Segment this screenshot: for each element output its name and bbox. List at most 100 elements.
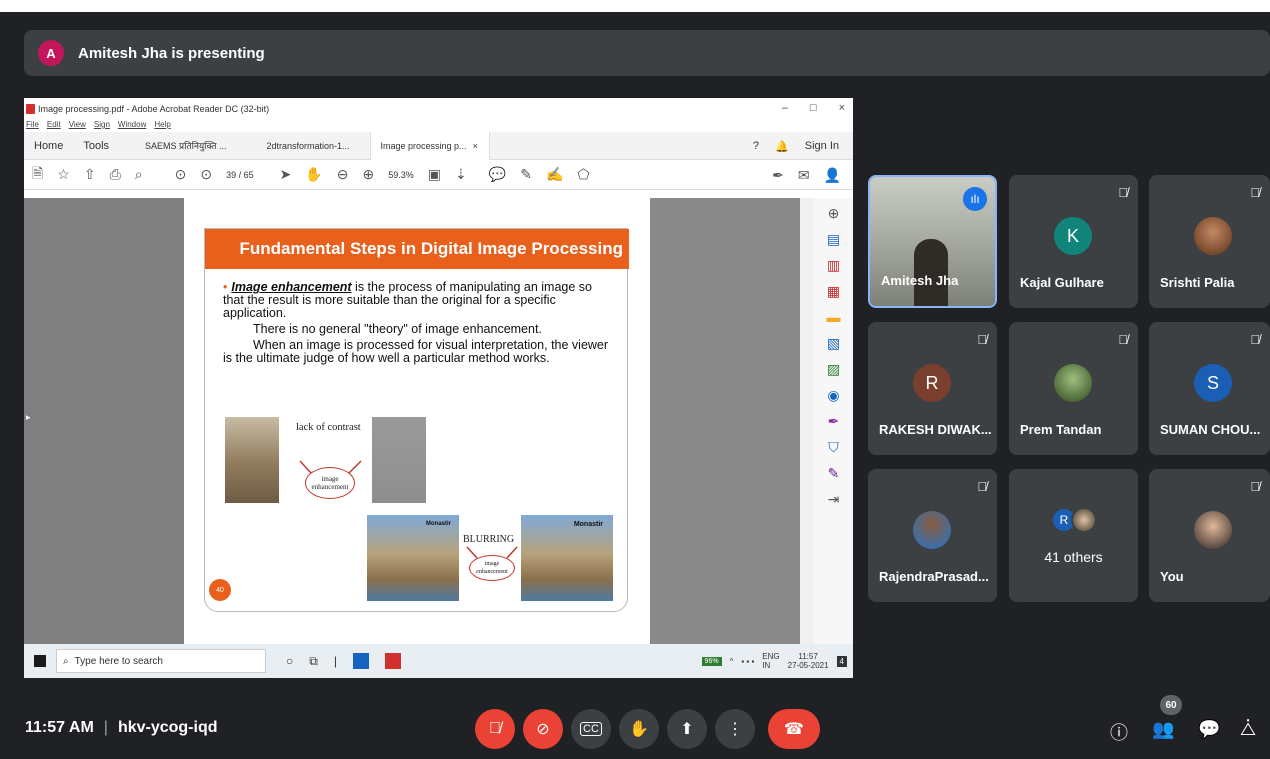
fill-sign-tool-icon[interactable]: ✒ (825, 412, 843, 430)
bell-icon[interactable]: 🔔 (775, 140, 789, 153)
print-icon[interactable]: ⎙ (110, 166, 121, 183)
menu-file[interactable]: File (26, 120, 39, 132)
camera-toggle-button[interactable]: ⊘ (523, 709, 563, 749)
scroll-mode-icon[interactable]: ⇣ (455, 166, 467, 183)
email-icon[interactable]: ✉ (798, 167, 810, 184)
participant-tile-prem[interactable]: 🎙̸ Prem Tandan (1009, 322, 1138, 455)
tab-close-icon[interactable]: × (473, 141, 478, 151)
present-button[interactable]: ⬆ (667, 709, 707, 749)
protect-icon[interactable]: ⛉ (825, 438, 843, 456)
participant-name: Kajal Gulhare (1020, 275, 1104, 290)
captions-button[interactable]: CC (571, 709, 611, 749)
tray-icons[interactable]: ▪ ▪ ▪ (741, 657, 754, 666)
zoom-out-icon[interactable]: ⊖ (337, 166, 349, 183)
participant-tile-others[interactable]: R 41 others (1009, 469, 1138, 602)
participant-tile-kajal[interactable]: 🎙̸ K Kajal Gulhare (1009, 175, 1138, 308)
menu-sign[interactable]: Sign (94, 120, 110, 132)
tab-home[interactable]: Home (24, 132, 73, 160)
stamp-icon[interactable]: ⬠ (577, 166, 589, 183)
zoom-search-icon[interactable]: ⊕ (825, 204, 843, 222)
fit-page-icon[interactable]: ▣ (428, 166, 441, 183)
participant-tile-srishti[interactable]: 🎙̸ Srishti Palia (1149, 175, 1270, 308)
tab-2dtransformation[interactable]: 2dtransformation-1... (256, 132, 359, 160)
save-icon[interactable]: 🗎 (32, 163, 43, 187)
search-glass-icon: ⌕ (63, 655, 69, 667)
sign-icon[interactable]: ✍ (546, 166, 563, 183)
tray-chevron-icon[interactable]: ^ (730, 657, 734, 666)
help-icon[interactable]: ? (753, 140, 759, 152)
share-user-icon[interactable]: 👤 (824, 167, 841, 184)
participant-tile-amitesh[interactable]: ılı Amitesh Jha (868, 175, 997, 308)
photos-app-icon[interactable] (352, 653, 369, 669)
taskbar-search[interactable]: ⌕ Type here to search (56, 649, 266, 673)
menu-edit[interactable]: Edit (47, 120, 61, 132)
present-icon: ⬆ (680, 721, 694, 738)
comment-icon[interactable]: 💬 (489, 166, 506, 183)
acrobat-app-icon[interactable] (384, 653, 401, 669)
minimize-button[interactable]: – (782, 102, 788, 114)
mic-toggle-button[interactable]: 🎙̸ (475, 709, 515, 749)
mic-muted-icon: 🎙̸ (977, 479, 987, 494)
participant-tile-suman[interactable]: 🎙̸ S SUMAN CHOU... (1149, 322, 1270, 455)
select-tool-icon[interactable]: ➤ (280, 166, 292, 183)
task-view-icon[interactable]: ⧉ (309, 654, 318, 669)
mic-muted-icon: 🎙̸ (1250, 479, 1260, 494)
prev-page-icon[interactable]: ⊙ (175, 166, 187, 183)
presenting-banner: A Amitesh Jha is presenting (24, 30, 1270, 76)
participant-name: RajendraPrasad... (879, 569, 989, 584)
left-panel-arrow-icon[interactable]: ▸ (26, 412, 31, 423)
windows-start-icon[interactable] (34, 655, 46, 667)
slide: Fundamental Steps in Digital Image Proce… (204, 228, 629, 612)
comment-tool-icon[interactable]: ▬ (825, 308, 843, 326)
maximize-button[interactable]: □ (810, 102, 817, 114)
scan-icon[interactable]: ◉ (825, 386, 843, 404)
compress-icon[interactable]: ▨ (825, 360, 843, 378)
taskbar-clock[interactable]: 11:57 27-05-2021 (788, 652, 829, 670)
close-button[interactable]: × (839, 102, 845, 114)
zoom-in-icon[interactable]: ⊕ (363, 166, 375, 183)
bookmark-star-icon[interactable]: ☆ (57, 166, 70, 183)
document-area[interactable]: ▸ Fundamental Steps in Digital Image Pro… (24, 198, 814, 644)
export-pdf-icon[interactable]: ▦ (825, 282, 843, 300)
participant-tile-rajendra[interactable]: 🎙̸ RajendraPrasad... (868, 469, 997, 602)
menu-help[interactable]: Help (154, 120, 170, 132)
activities-icon[interactable]: ⧊ (1240, 719, 1256, 740)
battery-indicator[interactable]: 96% (701, 656, 722, 666)
menu-view[interactable]: View (69, 120, 86, 132)
expand-pane-icon[interactable]: ⇥ (825, 490, 843, 508)
more-tools-icon[interactable]: ✎ (825, 464, 843, 482)
participant-tile-rakesh[interactable]: 🎙̸ R RAKESH DIWAK... (868, 322, 997, 455)
hand-tool-icon[interactable]: ✋ (305, 166, 322, 183)
vertical-scrollbar[interactable] (800, 198, 814, 644)
create-pdf-icon[interactable]: ▤ (825, 230, 843, 248)
mic-off-icon: 🎙̸ (489, 720, 501, 737)
notification-icon[interactable]: 4 (836, 655, 847, 667)
sign-in-link[interactable]: Sign In (805, 140, 839, 152)
people-icon[interactable]: 👥 (1152, 719, 1174, 740)
search-placeholder: Type here to search (74, 655, 163, 667)
menu-window[interactable]: Window (118, 120, 146, 132)
tab-image-processing[interactable]: Image processing p... × (369, 131, 490, 160)
tab-tools[interactable]: Tools (73, 132, 119, 160)
window-title: Image processing.pdf - Adobe Acrobat Rea… (38, 104, 270, 114)
combine-files-icon[interactable]: ▧ (825, 334, 843, 352)
more-options-button[interactable]: ⋮ (715, 709, 755, 749)
next-page-icon[interactable]: ⊙ (200, 166, 212, 183)
highlight-icon[interactable]: ✎ (520, 166, 532, 183)
zoom-level[interactable]: 59.3% (388, 170, 414, 180)
language-indicator[interactable]: ENG IN (762, 652, 779, 670)
acrobat-toolbar: 🗎 ☆ ⇧ ⎙ ⌕ ⊙ ⊙ 39 / 65 ➤ ✋ ⊖ ⊕ 59.3% ▣ ⇣ … (24, 160, 853, 190)
leave-call-button[interactable]: ☎ (768, 709, 820, 749)
cortana-icon[interactable]: ○ (286, 654, 293, 668)
fill-sign-icon[interactable]: ✒ (772, 167, 784, 184)
chat-icon[interactable]: 💬 (1198, 719, 1220, 740)
participant-tile-you[interactable]: 🎙̸ You (1149, 469, 1270, 602)
search-icon[interactable]: ⌕ (135, 166, 143, 183)
shared-screen: Image processing.pdf - Adobe Acrobat Rea… (24, 98, 853, 678)
page-number-field[interactable]: 39 / 65 (226, 170, 254, 180)
organize-pages-icon[interactable]: ▥ (825, 256, 843, 274)
raise-hand-button[interactable]: ✋ (619, 709, 659, 749)
upload-icon[interactable]: ⇧ (84, 166, 96, 183)
meeting-details-icon[interactable]: ⓘ (1110, 719, 1128, 745)
tab-saems[interactable]: SAEMS प्रतिनियुक्ति ... (135, 132, 236, 160)
